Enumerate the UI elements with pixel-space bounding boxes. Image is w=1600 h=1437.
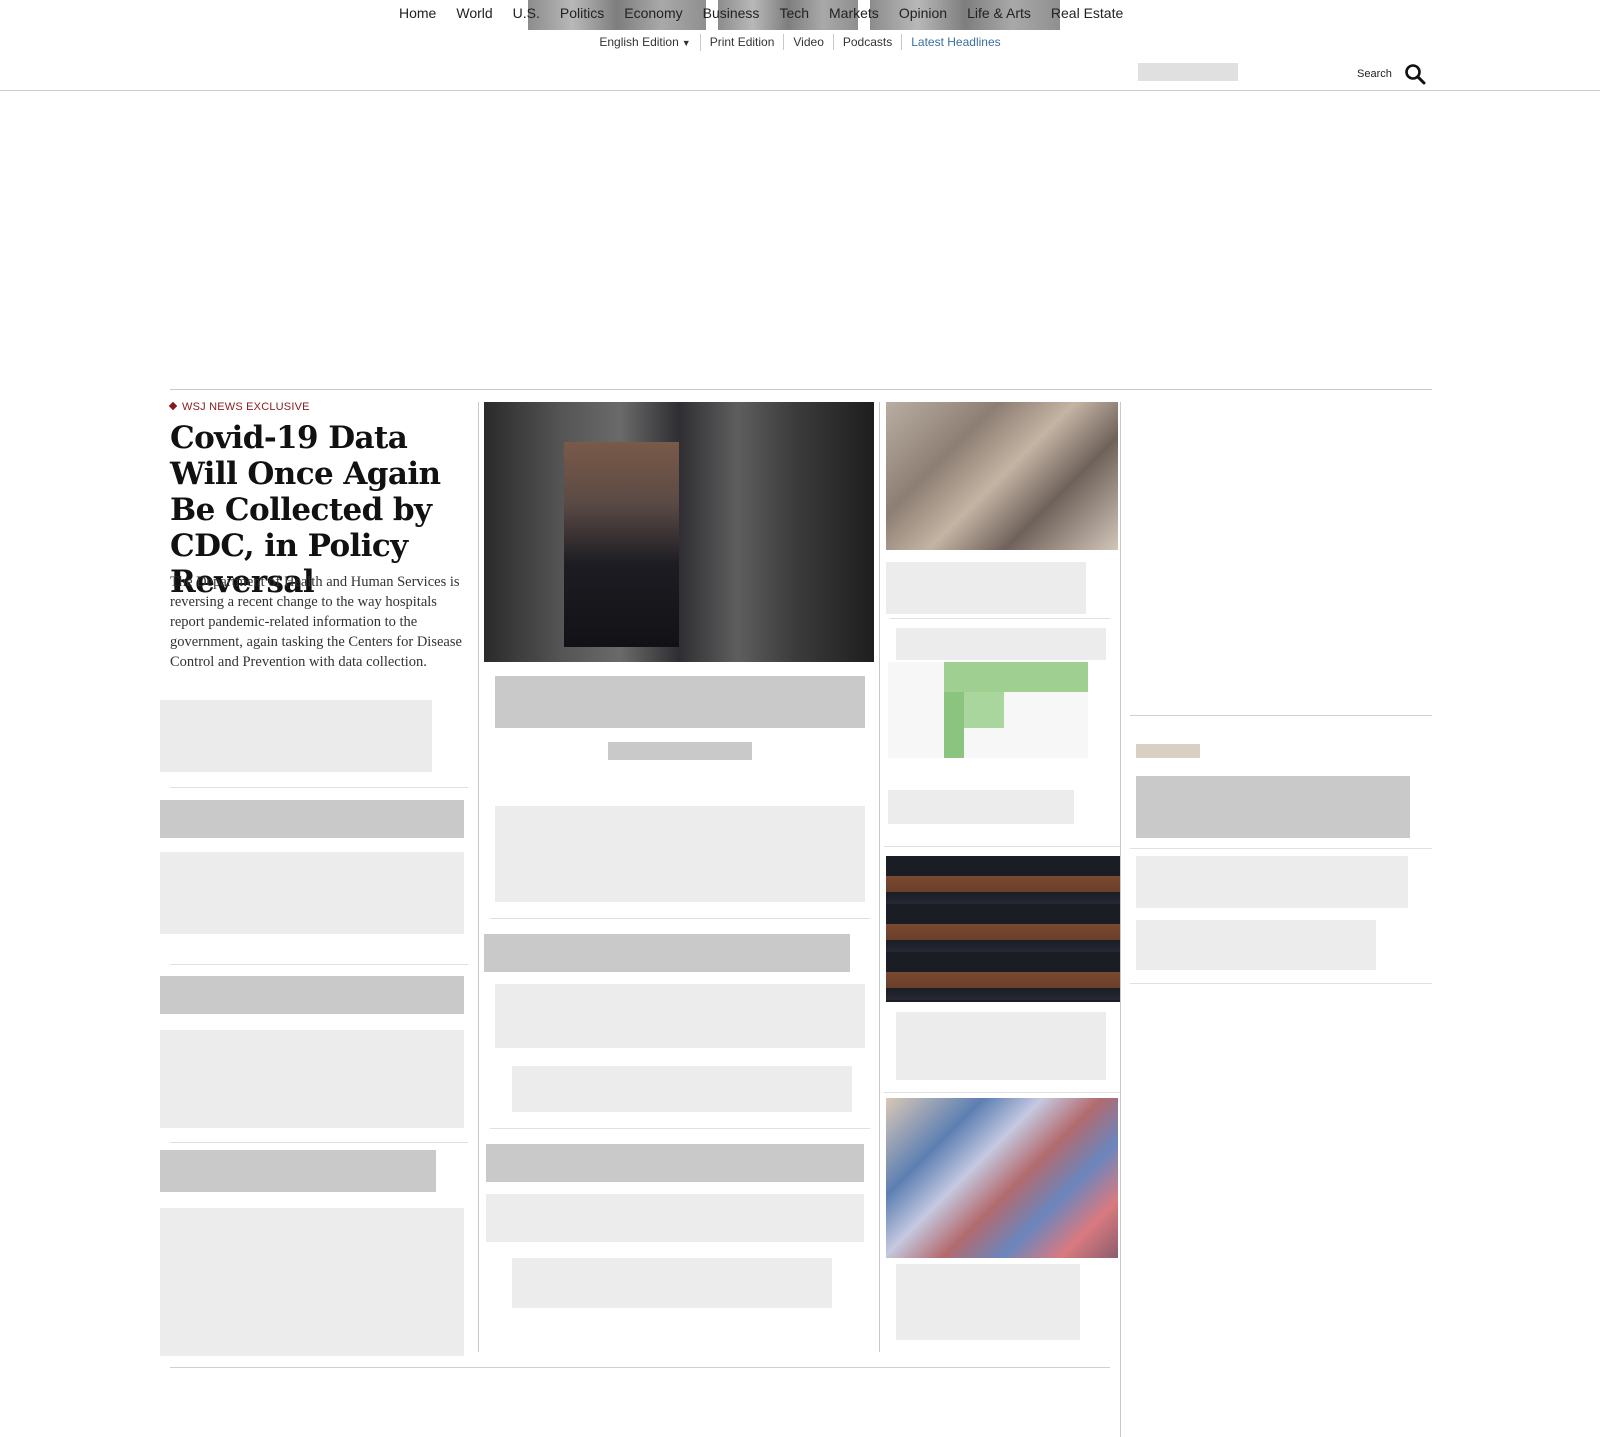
rail-headline-blurred[interactable] — [1136, 776, 1410, 838]
story-divider — [170, 964, 468, 965]
story-summary-blurred — [160, 852, 464, 934]
section-divider — [170, 389, 1432, 390]
story-summary-blurred — [512, 1066, 852, 1112]
chart-title-blurred — [896, 628, 1106, 660]
chart-area — [964, 692, 1004, 728]
story-headline-blurred[interactable] — [486, 1144, 864, 1182]
column-divider — [1120, 402, 1121, 1437]
story-headline-blurred[interactable] — [160, 976, 464, 1014]
video-link[interactable]: Video — [784, 34, 834, 50]
story-summary-blurred — [495, 984, 865, 1048]
rail-divider — [1130, 715, 1432, 716]
photo-caption-blurred — [495, 676, 865, 728]
chart-area — [944, 662, 1088, 692]
nav-item-opinion[interactable]: Opinion — [899, 4, 947, 22]
rail-headline-blurred[interactable] — [1136, 856, 1408, 908]
latest-headlines-link[interactable]: Latest Headlines — [902, 34, 1009, 50]
story-divider — [884, 1092, 1120, 1093]
magnifier-icon[interactable] — [1404, 63, 1426, 85]
story-divider — [170, 787, 468, 788]
search-label[interactable]: Search — [1357, 68, 1392, 80]
story-thumbnail[interactable] — [886, 856, 1120, 1002]
story-summary-blurred — [486, 1194, 864, 1242]
caret-down-icon: ▼ — [681, 38, 691, 48]
column-divider — [478, 402, 479, 1352]
nav-item-life-arts[interactable]: Life & Arts — [967, 4, 1031, 22]
story-headline-blurred[interactable] — [896, 1012, 1106, 1080]
nav-item-markets[interactable]: Markets — [829, 4, 879, 22]
nav-item-tech[interactable]: Tech — [779, 4, 809, 22]
lead-story-photo[interactable] — [484, 402, 874, 662]
nav-items: Home World U.S. Politics Economy Busines… — [399, 4, 1123, 22]
diamond-icon — [168, 401, 178, 411]
nav-item-world[interactable]: World — [456, 4, 492, 22]
edition-bar: English Edition ▼ Print Edition Video Podcas… — [0, 34, 1600, 51]
rail-headline-blurred[interactable] — [1136, 920, 1376, 970]
story-summary-blurred — [495, 806, 865, 902]
story-blurred[interactable] — [160, 700, 432, 772]
story-headline-blurred[interactable] — [160, 800, 464, 838]
lead-story-flag: WSJ NEWS EXCLUSIVE — [168, 401, 310, 413]
story-headline-blurred[interactable] — [886, 562, 1086, 614]
nav-item-business[interactable]: Business — [703, 4, 760, 22]
photo-figure — [564, 442, 679, 647]
print-edition-link[interactable]: Print Edition — [701, 34, 785, 50]
english-edition-selector[interactable]: English Edition ▼ — [590, 34, 701, 51]
nav-item-real-estate[interactable]: Real Estate — [1051, 4, 1123, 22]
bottom-divider — [170, 1367, 1110, 1368]
nav-item-politics[interactable]: Politics — [560, 4, 604, 22]
story-divider — [884, 846, 1120, 847]
nav-item-us[interactable]: U.S. — [513, 4, 540, 22]
photo-caption-blurred — [608, 742, 752, 760]
lead-story-flag-label: WSJ NEWS EXCLUSIVE — [182, 401, 310, 413]
nav-item-economy[interactable]: Economy — [624, 4, 682, 22]
rail-label-blurred — [1136, 744, 1200, 758]
nav-item-obscured[interactable] — [1138, 63, 1238, 81]
rail-divider — [1130, 983, 1432, 984]
lead-story-summary: The Department of Health and Human Servi… — [170, 574, 462, 670]
story-divider — [170, 1142, 468, 1143]
story-headline-blurred[interactable] — [484, 934, 850, 972]
story-divider — [890, 618, 1110, 619]
story-divider — [490, 918, 870, 919]
search-area[interactable]: Search — [1357, 63, 1426, 85]
nav-item-home[interactable]: Home — [399, 4, 436, 22]
rail-divider — [1130, 848, 1432, 849]
chart-caption-blurred — [888, 790, 1074, 824]
story-summary-blurred — [512, 1258, 832, 1308]
story-headline-blurred[interactable] — [160, 1150, 436, 1192]
story-divider — [490, 1128, 870, 1129]
english-edition-label: English Edition — [599, 35, 679, 49]
story-thumbnail[interactable] — [886, 1098, 1118, 1258]
story-thumbnail[interactable] — [886, 402, 1118, 550]
story-summary-blurred — [160, 1030, 464, 1128]
podcasts-link[interactable]: Podcasts — [834, 34, 903, 50]
chart-thumbnail[interactable] — [888, 662, 1088, 758]
column-divider — [879, 402, 880, 1352]
story-headline-blurred[interactable] — [896, 1264, 1080, 1340]
story-summary-blurred — [160, 1208, 464, 1356]
